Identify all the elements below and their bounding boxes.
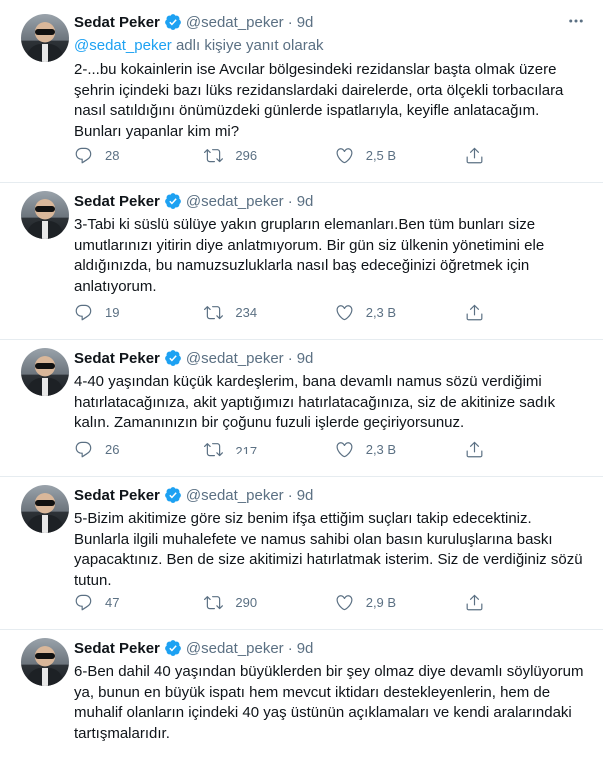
verified-badge-icon (164, 192, 182, 210)
avatar[interactable] (21, 14, 69, 62)
tweet[interactable]: Sedat Peker @sedat_peker · 9d 3-Tabi ki … (0, 183, 603, 340)
share-button[interactable] (465, 593, 504, 612)
avatar[interactable] (21, 638, 69, 686)
tweet-actions: 26 217 2,3 B (74, 440, 504, 459)
separator-dot: · (287, 349, 293, 367)
retweet-icon (204, 596, 224, 610)
like-icon (336, 148, 353, 164)
verified-badge-icon (164, 13, 182, 31)
tweet-text: 5-Bizim akitimize göre siz benim ifşa et… (74, 510, 583, 589)
timestamp[interactable]: 9d (297, 487, 314, 504)
share-icon (466, 304, 483, 321)
tweet-text: 6-Ben dahil 40 yaşından büyüklerden bir … (74, 663, 584, 742)
timestamp[interactable]: 9d (297, 14, 314, 31)
timestamp[interactable]: 9d (297, 640, 314, 657)
user-handle[interactable]: @sedat_peker (186, 14, 284, 31)
reply-icon (75, 304, 92, 321)
separator-dot: · (287, 13, 293, 31)
like-button[interactable]: 2,5 B (335, 146, 465, 165)
timestamp[interactable]: 9d (297, 350, 314, 367)
display-name[interactable]: Sedat Peker (74, 14, 160, 31)
share-icon (466, 147, 483, 164)
display-name[interactable]: Sedat Peker (74, 193, 160, 210)
user-handle[interactable]: @sedat_peker (186, 350, 284, 367)
reply-icon (75, 147, 92, 164)
reply-context-label: adlı kişiye yanıt olarak (171, 37, 324, 54)
reply-count: 26 (105, 442, 120, 457)
verified-badge-icon (164, 486, 182, 504)
tweet-actions: 47 290 2,9 B (74, 593, 504, 612)
reply-count: 19 (105, 305, 120, 320)
share-icon (466, 441, 483, 458)
like-button[interactable]: 2,9 B (335, 593, 465, 612)
verified-badge-icon (164, 639, 182, 657)
like-button[interactable]: 2,3 B (335, 440, 465, 459)
like-button[interactable]: 2,3 B (335, 303, 465, 322)
share-button[interactable] (465, 146, 504, 165)
separator-dot: · (287, 192, 293, 210)
reply-icon (75, 441, 92, 458)
avatar[interactable] (21, 191, 69, 239)
avatar[interactable] (21, 485, 69, 533)
reply-mention-link[interactable]: @sedat_peker (74, 37, 172, 54)
tweet[interactable]: Sedat Peker @sedat_peker · 9d 5-Bizim ak… (0, 477, 603, 630)
reply-count: 28 (105, 148, 120, 163)
separator-dot: · (287, 639, 293, 657)
like-count: 2,3 B (365, 305, 397, 320)
retweet-count: 290 (235, 595, 258, 610)
separator-dot: · (287, 486, 293, 504)
display-name[interactable]: Sedat Peker (74, 487, 160, 504)
retweet-count: 217 (235, 445, 258, 454)
like-count: 2,3 B (365, 442, 397, 457)
retweet-button[interactable]: 234 (204, 303, 334, 322)
user-handle[interactable]: @sedat_peker (186, 640, 284, 657)
reply-context: @sedat_peker adlı kişiye yanıt olarak (74, 36, 587, 56)
reply-icon (75, 594, 92, 611)
like-count: 2,9 B (365, 595, 397, 610)
retweet-button[interactable]: 290 (204, 593, 334, 612)
retweet-icon (204, 149, 224, 163)
display-name[interactable]: Sedat Peker (74, 350, 160, 367)
tweet[interactable]: Sedat Peker @sedat_peker · 9d 4-40 yaşın… (0, 340, 603, 477)
retweet-count: 234 (235, 305, 258, 320)
like-icon (336, 442, 353, 458)
like-icon (336, 305, 353, 321)
tweet-thread: Sedat Peker @sedat_peker · 9d @sedat_pek… (0, 0, 603, 761)
reply-button[interactable]: 19 (74, 303, 204, 322)
tweet-actions: 19 234 2,3 B (74, 303, 504, 322)
like-icon (336, 595, 353, 611)
like-count: 2,5 B (365, 148, 397, 163)
verified-badge-icon (164, 349, 182, 367)
retweet-count: 296 (235, 148, 258, 163)
retweet-button[interactable]: 217 (204, 440, 334, 459)
retweet-button[interactable]: 296 (204, 146, 334, 165)
display-name[interactable]: Sedat Peker (74, 640, 160, 657)
retweet-icon (204, 306, 224, 320)
reply-button[interactable]: 47 (74, 593, 204, 612)
reply-button[interactable]: 28 (74, 146, 204, 165)
tweet-actions: 28 296 2,5 B (74, 146, 504, 165)
tweet[interactable]: Sedat Peker @sedat_peker · 9d @sedat_pek… (0, 0, 603, 183)
retweet-icon (204, 443, 224, 457)
share-icon (466, 594, 483, 611)
tweet[interactable]: Sedat Peker @sedat_peker · 9d 6-Ben dahi… (0, 630, 603, 761)
share-button[interactable] (465, 303, 504, 322)
more-options-icon[interactable] (565, 10, 587, 32)
tweet-text: 3-Tabi ki süslü sülüye yakın grupların e… (74, 216, 545, 295)
user-handle[interactable]: @sedat_peker (186, 193, 284, 210)
reply-count: 47 (105, 595, 120, 610)
timestamp[interactable]: 9d (297, 193, 314, 210)
tweet-text: 2-...bu kokainlerin ise Avcılar bölgesin… (74, 61, 564, 140)
share-button[interactable] (465, 440, 504, 459)
reply-button[interactable]: 26 (74, 440, 204, 459)
avatar[interactable] (21, 348, 69, 396)
user-handle[interactable]: @sedat_peker (186, 487, 284, 504)
tweet-text: 4-40 yaşından küçük kardeşlerim, bana de… (74, 373, 556, 431)
